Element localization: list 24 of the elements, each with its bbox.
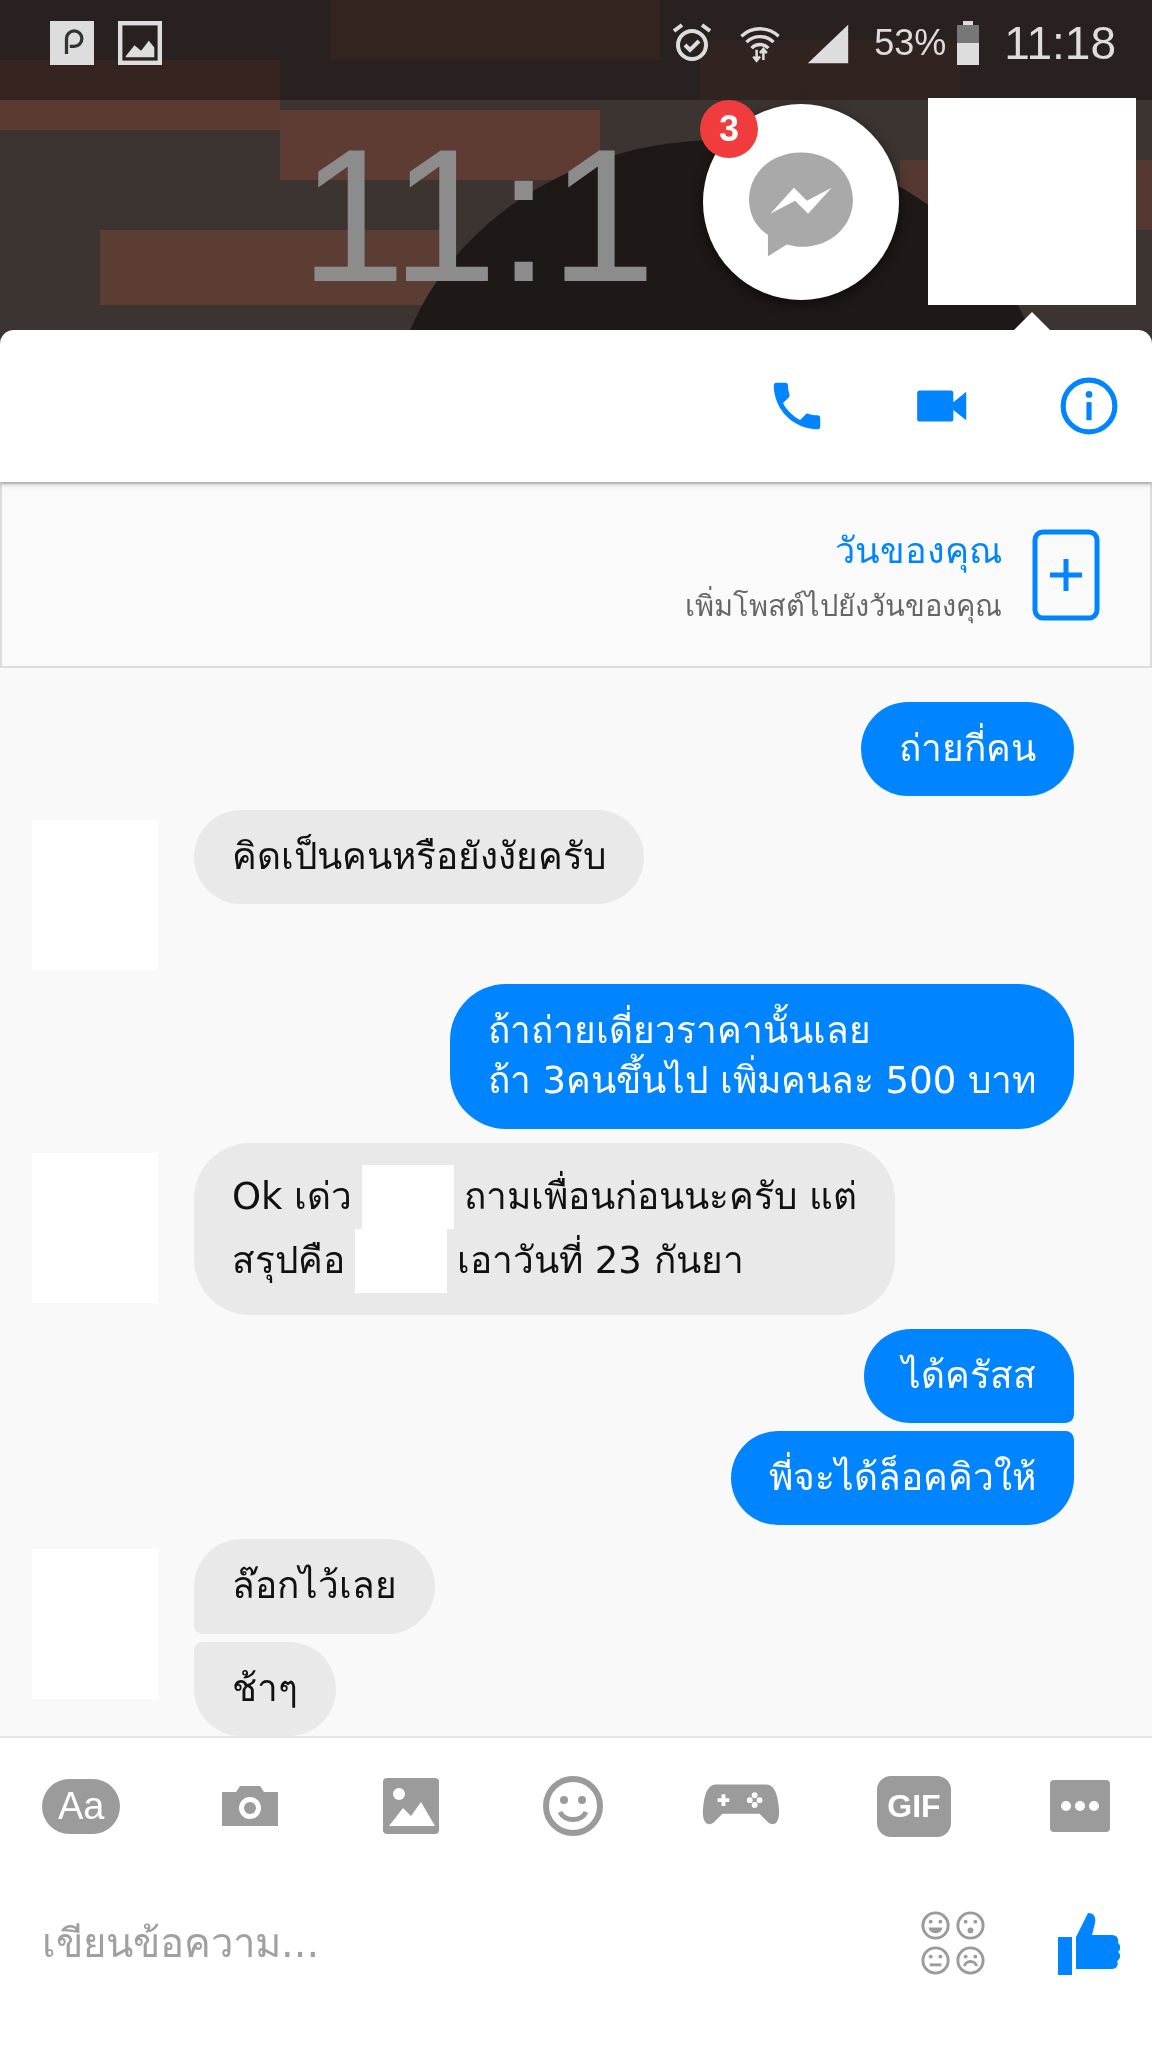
message-text: ถามเพื่อนก่อนนะครับ แต่ <box>464 1171 858 1222</box>
message-text: ถ่ายกี่คน <box>899 723 1036 775</box>
message-text: คิดเป็นคนหรือยังงัยครับ <box>232 833 606 881</box>
add-story-icon[interactable] <box>1032 529 1100 621</box>
message-text: สรุปคือ <box>232 1237 345 1285</box>
message-text: ล๊อกไว้เลย <box>232 1563 397 1610</box>
info-icon[interactable] <box>1058 375 1120 437</box>
message-text: พี่จะได้ล็อคคิวให้ <box>769 1453 1036 1504</box>
app-notification-icon <box>50 21 94 65</box>
battery-percent: 53% <box>874 22 947 64</box>
story-subtitle: เพิ่มโพสต์ไปยังวันของคุณ <box>685 585 1002 626</box>
message-text: Ok เด่ว <box>232 1173 353 1220</box>
emoji-faces-icon[interactable] <box>920 1910 986 1976</box>
status-time: 11:18 <box>1004 16 1116 70</box>
message-text: เอาวันที่ 23 กันยา <box>457 1235 744 1286</box>
lock-screen-clock: 11:1 <box>300 120 656 310</box>
message-text: ช้าๆ <box>232 1665 298 1712</box>
battery-icon <box>956 21 981 65</box>
story-title[interactable]: วันของคุณ <box>835 521 1002 579</box>
message-input[interactable]: เขียนข้อความ... <box>40 1919 850 1967</box>
text-style-button[interactable]: Aa <box>42 1778 121 1834</box>
gallery-notification-icon <box>118 21 162 65</box>
gif-button[interactable]: GIF <box>877 1775 951 1837</box>
smiley-icon[interactable] <box>540 1774 605 1838</box>
